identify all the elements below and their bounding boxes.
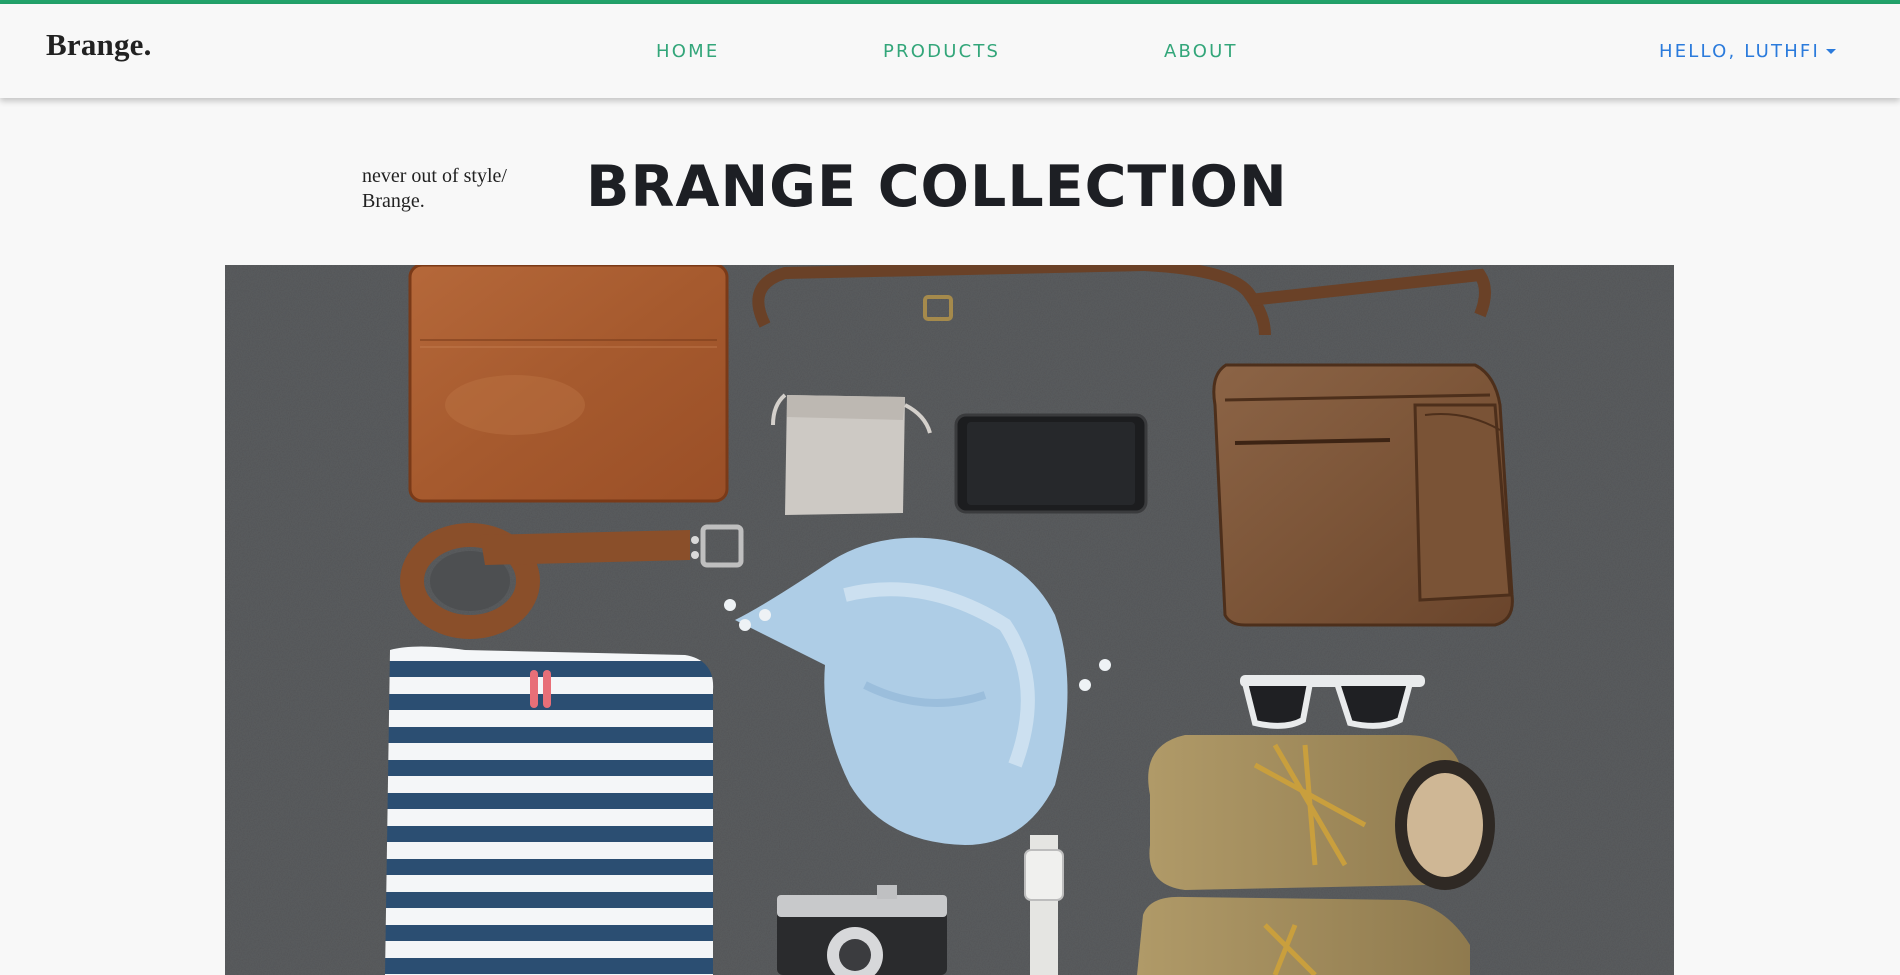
hero-image bbox=[225, 265, 1674, 975]
vintage-camera bbox=[777, 885, 947, 975]
navbar: Brange. HOME PRODUCTS ABOUT HELLO, LUTHF… bbox=[0, 4, 1900, 98]
tagline-line-1: never out of style/ bbox=[362, 165, 507, 187]
user-greeting: HELLO, LUTHFI bbox=[1658, 41, 1820, 62]
caret-down-icon bbox=[1826, 49, 1836, 54]
smartphone bbox=[954, 413, 1148, 514]
nav-products-link[interactable]: PRODUCTS bbox=[883, 41, 1000, 62]
leather-shoulder-bag bbox=[1212, 363, 1514, 627]
nav-about-link[interactable]: ABOUT bbox=[1164, 41, 1238, 62]
striped-shirt bbox=[385, 646, 714, 975]
wrist-watch bbox=[1024, 835, 1064, 975]
tagline-line-2: Brange. bbox=[362, 190, 425, 212]
nav-home-link[interactable]: HOME bbox=[656, 41, 719, 62]
tagline: never out of style/ Brange. bbox=[362, 164, 507, 214]
page-title: BRANGE COLLECTION bbox=[586, 154, 1288, 220]
leather-notebook bbox=[408, 265, 729, 503]
user-menu-dropdown[interactable]: HELLO, LUTHFI bbox=[1659, 41, 1836, 62]
leather-boots bbox=[1137, 735, 1495, 975]
brand-logo[interactable]: Brange. bbox=[46, 27, 152, 63]
